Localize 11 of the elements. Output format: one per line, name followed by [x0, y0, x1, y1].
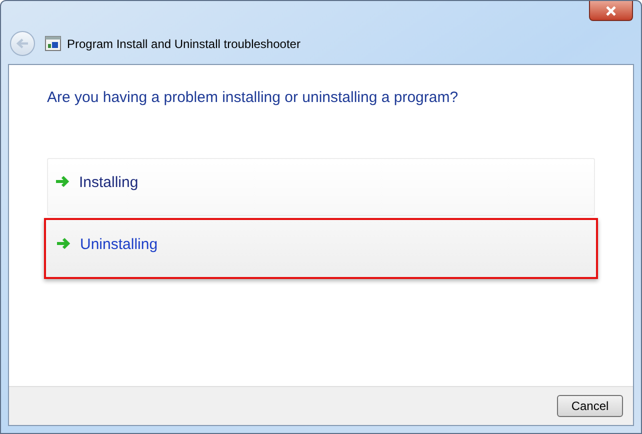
- arrow-icon: [56, 236, 71, 250]
- page-heading: Are you having a problem installing or uninstalling a program?: [47, 88, 460, 108]
- option-link[interactable]: Uninstalling: [44, 218, 598, 278]
- back-arrow-icon: [16, 38, 29, 49]
- close-button[interactable]: [589, 1, 633, 21]
- cancel-button[interactable]: Cancel: [557, 395, 623, 417]
- arrow-icon: [55, 174, 70, 188]
- window-app-icon: [45, 36, 61, 51]
- window-title: Program Install and Uninstall troubleshooter: [67, 36, 300, 52]
- close-icon: [605, 6, 617, 16]
- option-link[interactable]: Installing: [47, 158, 595, 216]
